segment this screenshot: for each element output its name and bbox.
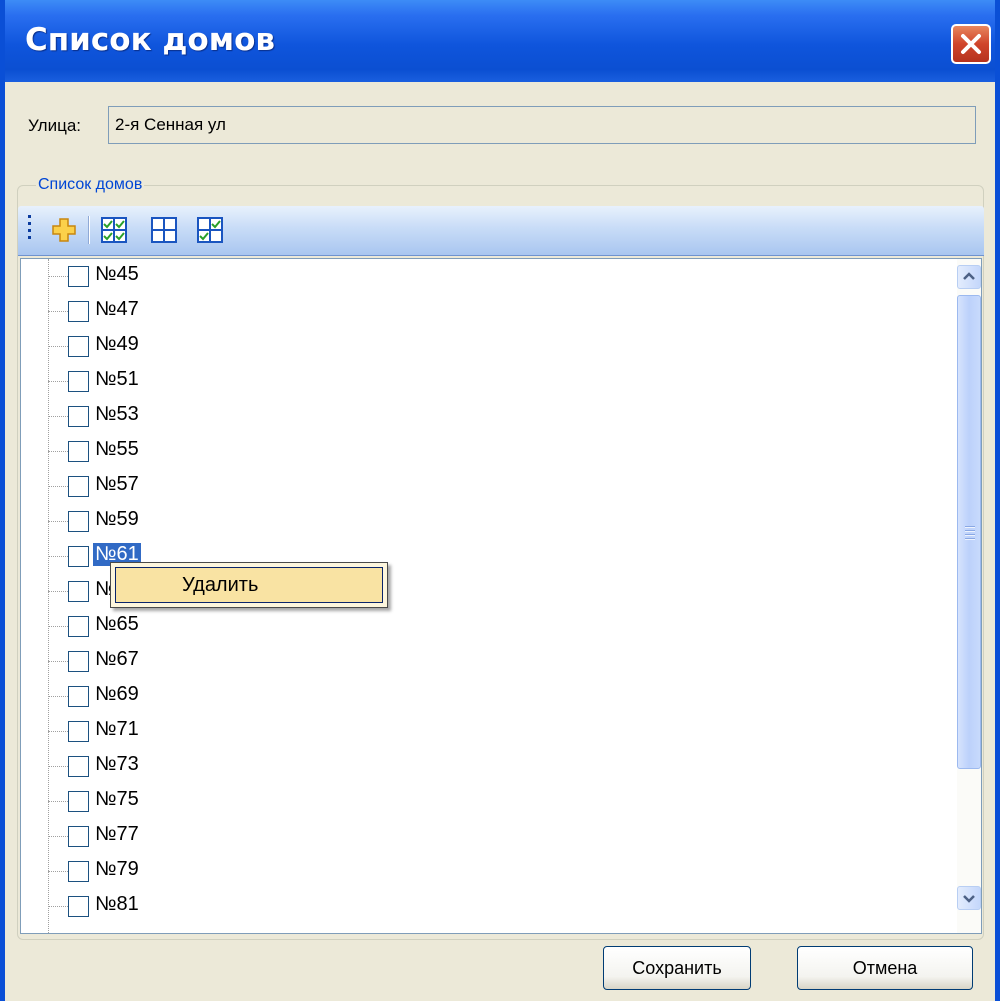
- window-title: Список домов: [25, 22, 275, 58]
- tree-row[interactable]: №51: [48, 364, 928, 399]
- row-checkbox[interactable]: [68, 406, 89, 427]
- row-checkbox[interactable]: [68, 546, 89, 567]
- row-label: №77: [95, 823, 139, 845]
- row-checkbox[interactable]: [68, 616, 89, 637]
- tree-row[interactable]: №59: [48, 504, 928, 539]
- tree-row[interactable]: №53: [48, 399, 928, 434]
- tree-connector: [48, 416, 68, 417]
- tree-row[interactable]: №79: [48, 854, 928, 889]
- row-label: №53: [95, 403, 139, 425]
- chevron-up-icon: [963, 272, 975, 280]
- tree-row[interactable]: №49: [48, 329, 928, 364]
- context-menu-item-delete[interactable]: Удалить: [115, 567, 383, 603]
- row-checkbox[interactable]: [68, 896, 89, 917]
- scroll-thumb[interactable]: [957, 295, 981, 769]
- tree-row[interactable]: №67: [48, 644, 928, 679]
- tree-connector: [48, 276, 68, 277]
- close-icon: [961, 34, 981, 54]
- tree-connector: [48, 871, 68, 872]
- row-label: №79: [95, 858, 139, 880]
- row-checkbox[interactable]: [68, 371, 89, 392]
- tree-row[interactable]: №69: [48, 679, 928, 714]
- deselect-all-icon[interactable]: [150, 216, 178, 244]
- row-label: №45: [95, 263, 139, 285]
- title-bar[interactable]: Список домов: [5, 0, 995, 82]
- tree-row[interactable]: №77: [48, 819, 928, 854]
- tree-connector: [48, 311, 68, 312]
- tree-connector: [48, 801, 68, 802]
- row-label: №51: [95, 368, 139, 390]
- tree-connector: [48, 661, 68, 662]
- row-label: №69: [95, 683, 139, 705]
- row-checkbox[interactable]: [68, 441, 89, 462]
- tree-row[interactable]: №73: [48, 749, 928, 784]
- tree-connector: [48, 766, 68, 767]
- tree-row[interactable]: №45: [48, 259, 928, 294]
- invert-selection-icon[interactable]: [196, 216, 224, 244]
- row-label: №55: [95, 438, 139, 460]
- row-checkbox[interactable]: [68, 581, 89, 602]
- row-checkbox[interactable]: [68, 301, 89, 322]
- row-checkbox[interactable]: [68, 721, 89, 742]
- tree-connector: [48, 556, 68, 557]
- row-checkbox[interactable]: [68, 791, 89, 812]
- row-checkbox[interactable]: [68, 476, 89, 497]
- row-label: №71: [95, 718, 139, 740]
- street-field[interactable]: [108, 106, 976, 144]
- vertical-scrollbar[interactable]: [957, 259, 981, 933]
- row-checkbox[interactable]: [68, 651, 89, 672]
- tree-connector: [48, 731, 68, 732]
- grip-icon[interactable]: [28, 215, 32, 245]
- tree-row[interactable]: №65: [48, 609, 928, 644]
- row-label: №47: [95, 298, 139, 320]
- row-label: №73: [95, 753, 139, 775]
- row-checkbox[interactable]: [68, 861, 89, 882]
- chevron-down-icon: [963, 895, 975, 903]
- tree-connector: [48, 451, 68, 452]
- row-checkbox[interactable]: [68, 266, 89, 287]
- tree-connector: [48, 486, 68, 487]
- tree-connector: [48, 381, 68, 382]
- row-checkbox[interactable]: [68, 826, 89, 847]
- street-label: Улица:: [28, 116, 81, 135]
- tree-row[interactable]: №55: [48, 434, 928, 469]
- row-checkbox[interactable]: [68, 511, 89, 532]
- cancel-button[interactable]: Отмена: [797, 946, 973, 990]
- row-label: №81: [95, 893, 139, 915]
- tree-connector: [48, 836, 68, 837]
- scroll-up-button[interactable]: [957, 265, 981, 289]
- tree-connector: [48, 591, 68, 592]
- row-label: №75: [95, 788, 139, 810]
- scroll-down-button[interactable]: [957, 886, 981, 910]
- row-label: №49: [95, 333, 139, 355]
- context-menu-item-label: Удалить: [182, 574, 259, 596]
- row-label: №67: [95, 648, 139, 670]
- tree-row[interactable]: №71: [48, 714, 928, 749]
- tree-row[interactable]: №81: [48, 889, 928, 924]
- tree-row[interactable]: №75: [48, 784, 928, 819]
- tree-connector: [48, 346, 68, 347]
- row-label: №65: [95, 613, 139, 635]
- row-label: №59: [95, 508, 139, 530]
- row-checkbox[interactable]: [68, 756, 89, 777]
- tree-row[interactable]: №57: [48, 469, 928, 504]
- add-plus-icon[interactable]: [50, 216, 78, 244]
- row-checkbox[interactable]: [68, 336, 89, 357]
- context-menu: Удалить: [110, 562, 388, 608]
- select-all-icon[interactable]: [100, 216, 128, 244]
- toolbar-separator: [88, 216, 90, 244]
- row-label: №57: [95, 473, 139, 495]
- tree-connector: [48, 521, 68, 522]
- save-button[interactable]: Сохранить: [603, 946, 751, 990]
- tree-connector: [48, 696, 68, 697]
- tree-connector: [48, 906, 68, 907]
- close-button[interactable]: [951, 24, 991, 64]
- tree-connector: [48, 626, 68, 627]
- tree-row[interactable]: №47: [48, 294, 928, 329]
- row-checkbox[interactable]: [68, 686, 89, 707]
- houses-group-legend: Список домов: [36, 176, 145, 194]
